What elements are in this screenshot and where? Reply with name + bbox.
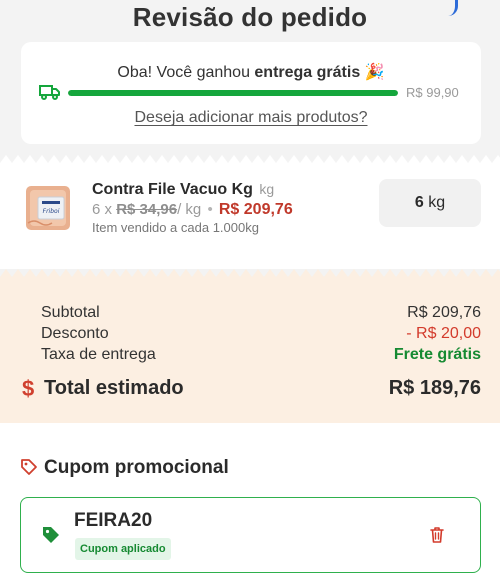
shipping-message-text: Oba! Você ganhou — [117, 64, 255, 81]
product-image: Friboi — [26, 186, 70, 230]
subtotal-label: Subtotal — [41, 304, 100, 321]
subtotal-row: Subtotal R$ 209,76 — [41, 304, 481, 322]
product-unit-price: R$ 34,96 — [116, 201, 178, 218]
page-title: Revisão do pedido — [132, 2, 368, 32]
quantity-selector[interactable]: 6 kg — [379, 179, 481, 227]
free-shipping-message: Oba! Você ganhou entrega grátis 🎉 — [21, 62, 481, 82]
product-unit: kg — [259, 181, 275, 197]
price-separator: • — [207, 201, 213, 218]
applied-coupon-card: FEIRA20 Cupom aplicado — [20, 497, 481, 573]
shipping-threshold: R$ 99,90 — [406, 85, 459, 100]
delivery-fee-value: Frete grátis — [393, 346, 481, 363]
tag-icon — [21, 459, 37, 475]
product-price-line: 6 x R$ 34,96/ kg • R$ 209,76 — [92, 201, 293, 219]
quantity-unit: kg — [428, 194, 446, 211]
discount-row: Desconto - R$ 20,00 — [41, 325, 481, 343]
quantity-value: 6 — [414, 194, 424, 211]
coupon-code: FEIRA20 — [74, 510, 153, 531]
delivery-fee-row: Taxa de entrega Frete grátis — [41, 346, 481, 364]
product-total-price: R$ 209,76 — [218, 201, 293, 218]
product-per-unit: / kg — [177, 201, 202, 218]
receipt-edge-bottom — [0, 269, 500, 277]
svg-text:Friboi: Friboi — [43, 208, 60, 215]
dollar-icon: $ — [22, 376, 35, 401]
coupon-section: Cupom promocional FEIRA20 Cupom aplicado — [0, 423, 500, 587]
coupon-status-badge: Cupom aplicado — [75, 538, 171, 560]
truck-icon — [39, 85, 60, 100]
discount-value: - R$ 20,00 — [406, 325, 481, 342]
discount-label: Desconto — [41, 325, 109, 342]
delivery-fee-label: Taxa de entrega — [41, 346, 156, 363]
shipping-message-bold: entrega grátis — [254, 64, 361, 81]
product-sale-note: Item vendido a cada 1.000kg — [92, 220, 259, 235]
coupon-tag-icon — [43, 527, 59, 543]
product-name-text: Contra File Vacuo Kg — [92, 181, 253, 198]
total-label: Total estimado — [44, 377, 184, 399]
product-qty-prefix: 6 x — [92, 201, 113, 218]
cart-item: Friboi Contra File Vacuo Kg kg 6 x R$ 34… — [0, 163, 500, 269]
header: Revisão do pedido — [0, 0, 500, 38]
order-summary: Subtotal R$ 209,76 Desconto - R$ 20,00 T… — [0, 277, 500, 423]
product-name: Contra File Vacuo Kg kg — [92, 181, 274, 199]
free-shipping-card: Oba! Você ganhou entrega grátis 🎉 R$ 99,… — [21, 42, 481, 144]
party-icon: 🎉 — [364, 64, 385, 81]
total-value: R$ 189,76 — [388, 377, 481, 399]
coupon-section-title: Cupom promocional — [44, 457, 229, 478]
shipping-progress-bar — [68, 90, 398, 96]
subtotal-value: R$ 209,76 — [407, 304, 481, 321]
shipping-progress-fill — [68, 90, 398, 96]
receipt-edge-top — [0, 155, 500, 163]
add-more-products-link[interactable]: Deseja adicionar mais produtos? — [21, 109, 481, 127]
trash-icon[interactable] — [430, 526, 444, 544]
